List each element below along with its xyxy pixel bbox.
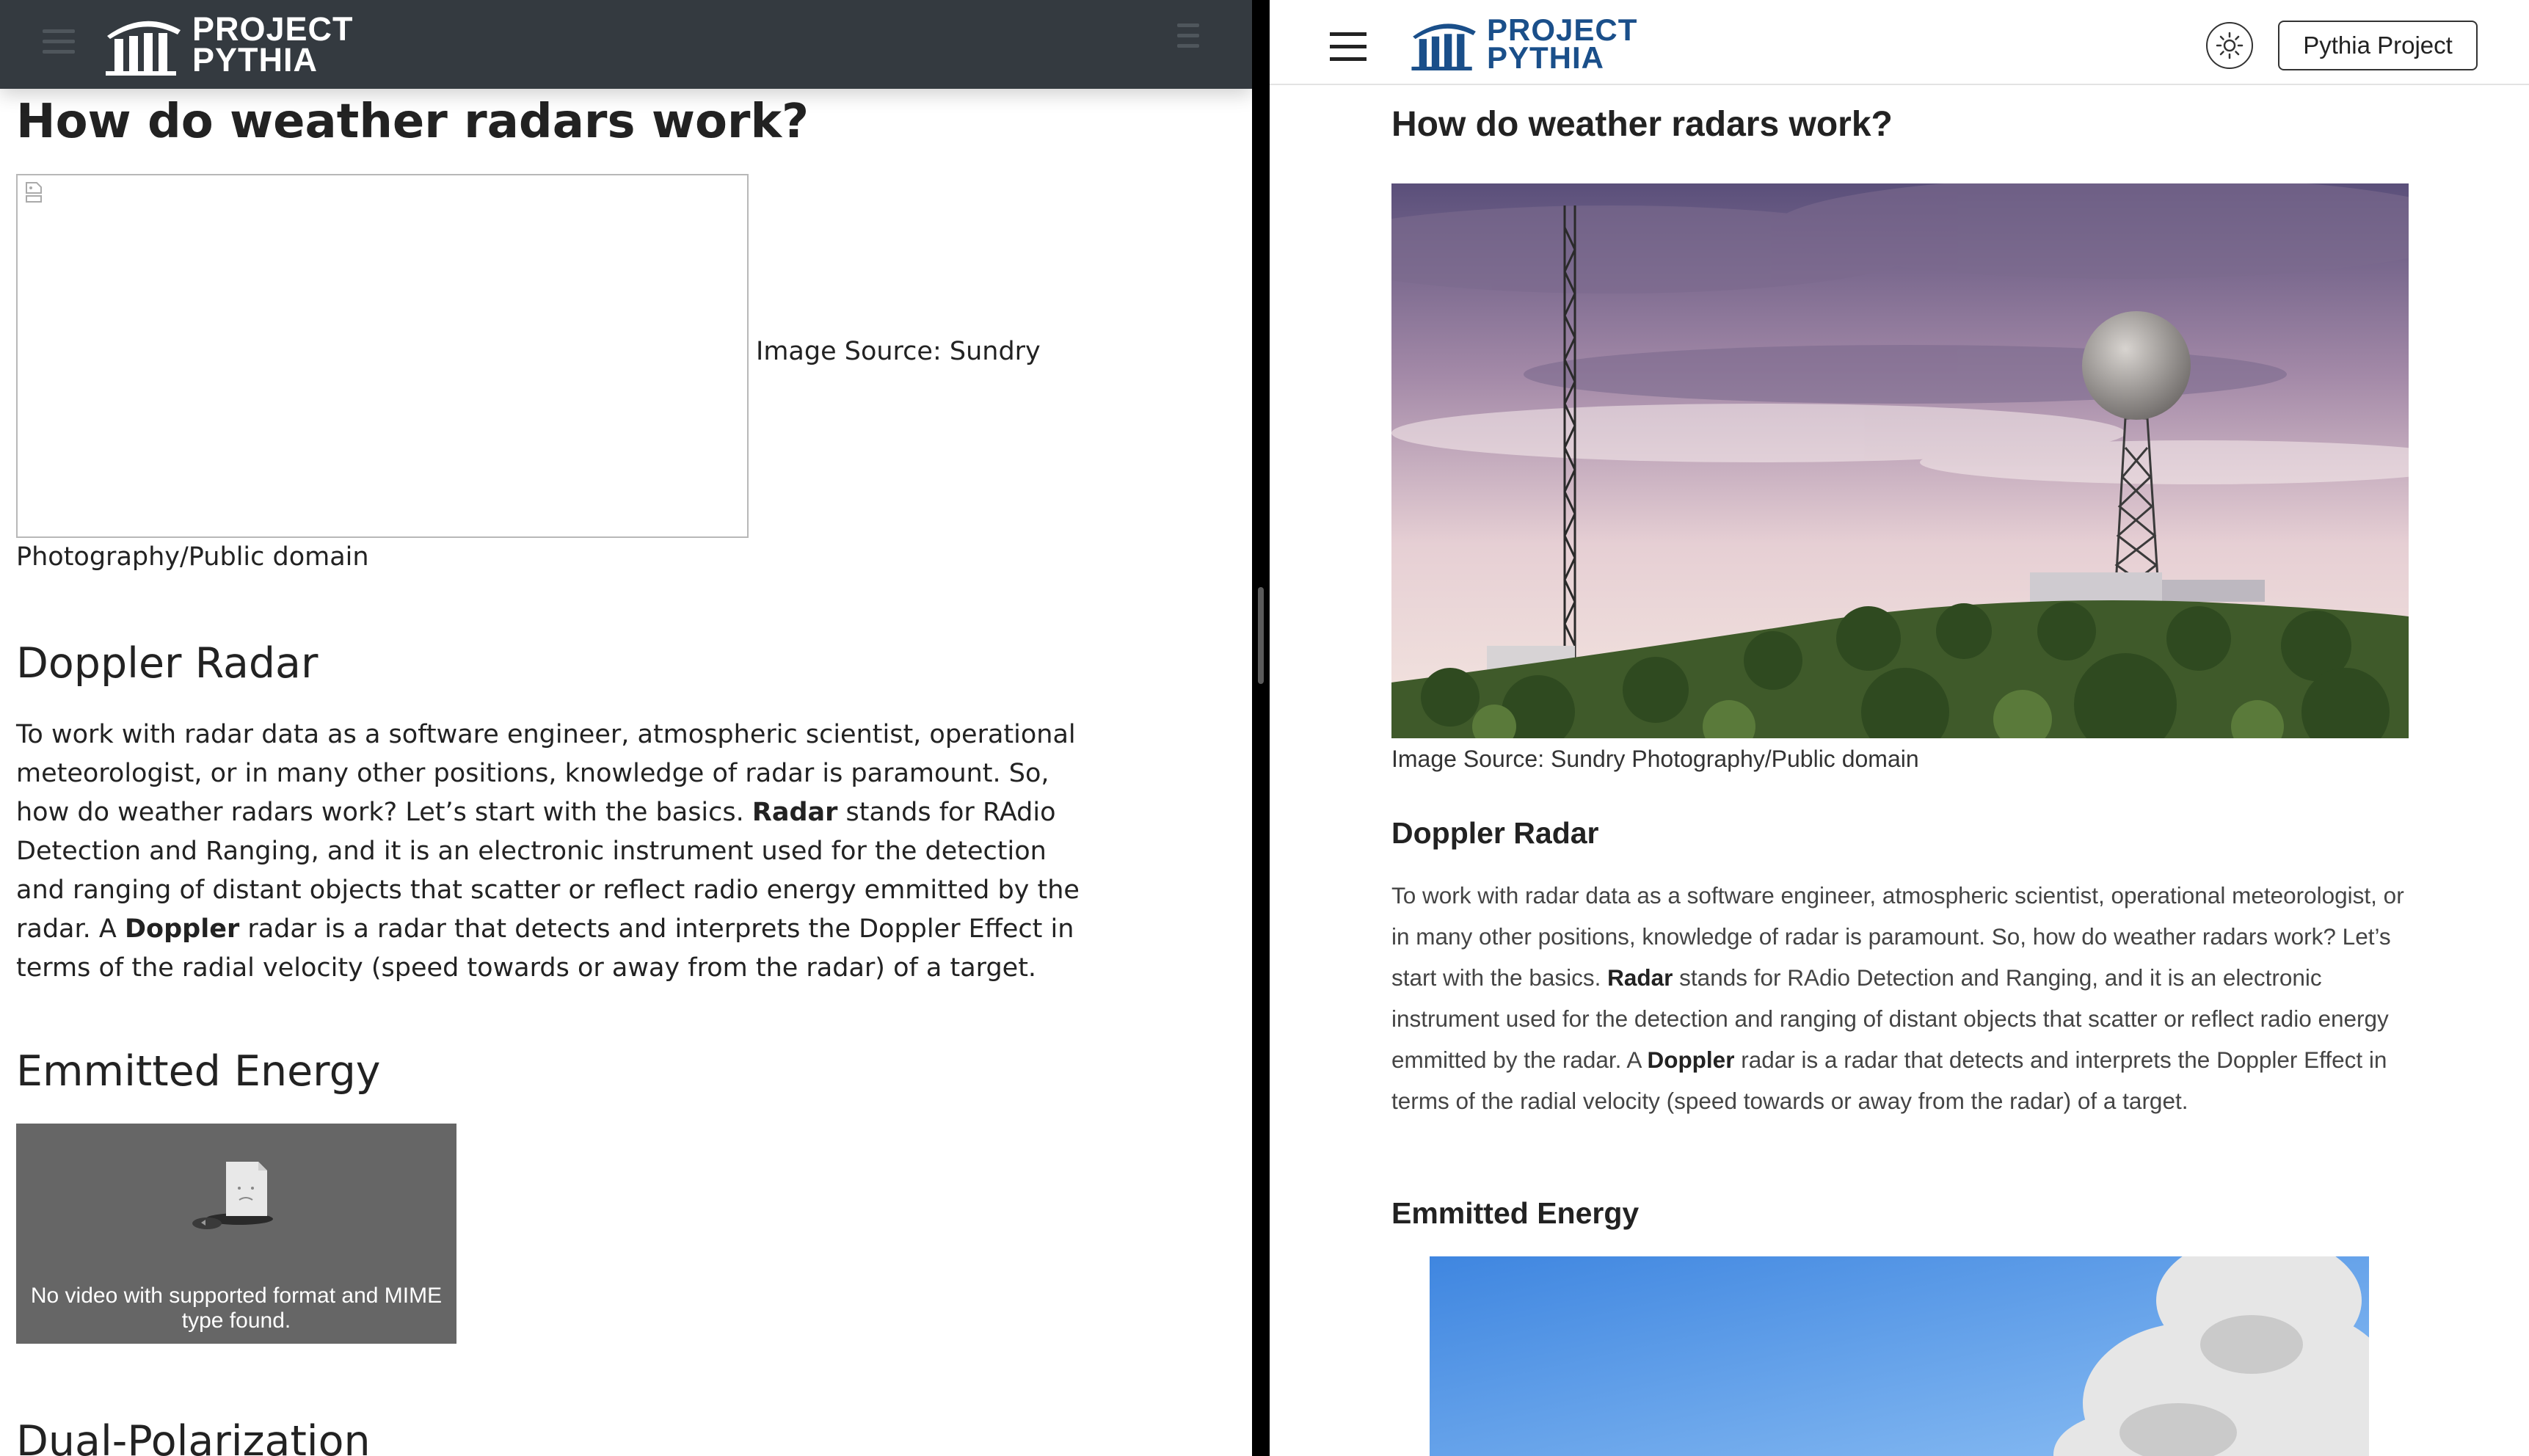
toc-icon[interactable] [1167, 23, 1199, 56]
navbar: PROJECT PYTHIA Pythia Project [1270, 0, 2529, 85]
sun-icon [2216, 32, 2244, 59]
page-title: How do weather radars work? [16, 95, 809, 149]
radar-photo [1391, 183, 2409, 738]
left-pane: PROJECT PYTHIA How do weather radars wor… [0, 0, 1252, 1456]
page-title: How do weather radars work? [1391, 105, 1893, 144]
section-heading-energy: Emmitted Energy [1391, 1196, 1640, 1230]
section-heading-doppler: Doppler Radar [16, 639, 319, 688]
logo-text: PROJECT PYTHIA [1487, 15, 1637, 75]
logo-text: PROJECT PYTHIA [192, 10, 354, 79]
bold-term-radar: Radar [1607, 964, 1673, 991]
navbar: PROJECT PYTHIA [0, 0, 1252, 89]
broken-image-icon [26, 182, 42, 203]
section-heading-doppler: Doppler Radar [1391, 816, 1599, 850]
video-error-message: No video with supported format and MIME … [30, 1284, 443, 1333]
sad-file-icon [192, 1162, 273, 1229]
menu-icon[interactable] [1330, 32, 1367, 62]
bold-term-doppler: Doppler [125, 914, 240, 944]
logo[interactable]: PROJECT PYTHIA [103, 10, 367, 79]
broken-image [16, 174, 749, 538]
section-heading-dualpol: Dual-Polarization [16, 1417, 371, 1456]
pythia-project-button[interactable]: Pythia Project [2278, 21, 2478, 70]
paragraph: To work with radar data as a software en… [1391, 875, 2412, 1121]
video-player[interactable]: No video with supported format and MIME … [16, 1124, 456, 1344]
logo-line2: PYTHIA [192, 41, 319, 79]
image-caption-cont: Photography/Public domain [16, 542, 369, 572]
image-caption: Image Source: Sundry Photography/Public … [1391, 746, 1919, 772]
logo-columns-icon [1411, 23, 1476, 70]
menu-icon[interactable] [43, 29, 75, 54]
logo-line2: PYTHIA [1487, 40, 1605, 75]
bold-term-doppler: Doppler [1647, 1046, 1735, 1073]
logo-line1: PROJECT [192, 10, 354, 48]
bold-term-radar: Radar [752, 798, 838, 827]
logo-columns-icon [106, 21, 181, 76]
right-pane: PROJECT PYTHIA Pythia Project How do wea… [1270, 0, 2529, 1456]
energy-image [1430, 1256, 2369, 1456]
radar-tower-image [1391, 183, 2409, 738]
paragraph: To work with radar data as a software en… [16, 716, 1080, 988]
image-caption: Image Source: Sundry [756, 337, 1041, 366]
divider-handle[interactable] [1258, 587, 1264, 684]
sky-cloud-image [1430, 1256, 2369, 1456]
logo[interactable]: PROJECT PYTHIA [1409, 15, 1659, 73]
section-heading-energy: Emmitted Energy [16, 1047, 381, 1096]
theme-toggle-button[interactable] [2206, 22, 2253, 69]
split-divider[interactable] [1252, 0, 1270, 1456]
